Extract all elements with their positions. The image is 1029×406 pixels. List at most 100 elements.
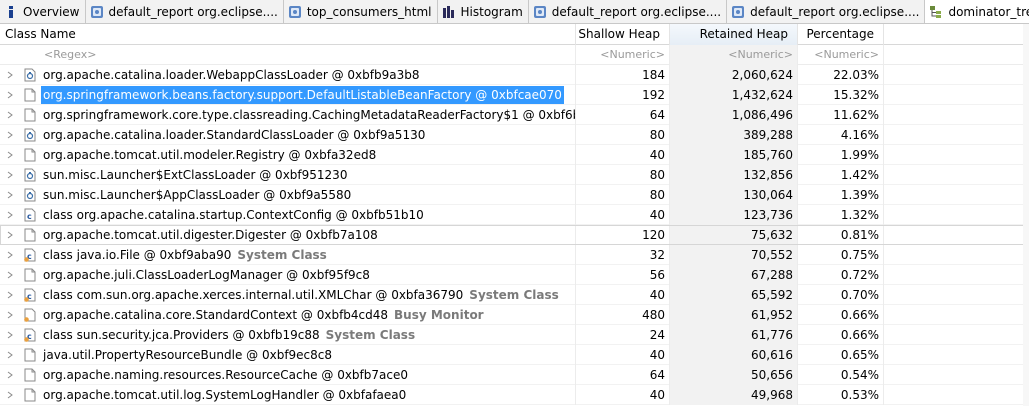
class-name-cell: sun.misc.Launcher$AppClassLoader @ 0xbf9… xyxy=(0,185,576,205)
percentage-cell: 0.72% xyxy=(798,265,884,285)
shallow-heap-cell: 24 xyxy=(576,325,670,345)
tab-6[interactable]: default_report org.eclipse.... xyxy=(727,0,926,23)
class-name-cell: org.apache.catalina.loader.StandardClass… xyxy=(0,125,576,145)
expand-arrow-icon[interactable] xyxy=(5,205,15,225)
expand-arrow-icon[interactable] xyxy=(5,85,15,105)
tab-2[interactable]: default_report org.eclipse.... xyxy=(85,0,284,23)
column-header-class-name[interactable]: Class Name xyxy=(0,24,576,45)
report-icon xyxy=(288,5,302,19)
expand-arrow-icon[interactable] xyxy=(5,105,15,125)
object-label: java.util.PropertyResourceBundle @ 0xbf9… xyxy=(43,348,333,362)
row-filler xyxy=(884,125,1029,145)
retained-heap-cell: 60,616 xyxy=(670,345,798,365)
percentage-filter-input[interactable]: <Numeric> xyxy=(798,45,884,65)
table-row[interactable]: org.apache.catalina.loader.WebappClassLo… xyxy=(0,65,1029,85)
table-row[interactable]: org.apache.tomcat.util.digester.Digester… xyxy=(0,225,1029,245)
expand-arrow-icon[interactable] xyxy=(5,165,15,185)
shallow-heap-cell: 64 xyxy=(576,365,670,385)
class-name-cell: org.apache.catalina.core.StandardContext… xyxy=(0,305,576,325)
retained-heap-cell: 70,552 xyxy=(670,245,798,265)
table-row[interactable]: org.apache.catalina.loader.StandardClass… xyxy=(0,125,1029,145)
expand-arrow-icon[interactable] xyxy=(5,65,15,85)
percentage-cell: 0.66% xyxy=(798,325,884,345)
vertical-scrollbar[interactable] xyxy=(1023,24,1029,406)
expand-arrow-icon[interactable] xyxy=(5,185,15,205)
object-attribute-label: System Class xyxy=(237,248,327,262)
class-name-cell: org.apache.tomcat.util.modeler.Registry … xyxy=(0,145,576,165)
table-row[interactable]: org.apache.naming.resources.ResourceCach… xyxy=(0,365,1029,385)
table-row[interactable]: c class com.sun.org.apache.xerces.interna… xyxy=(0,285,1029,305)
svg-text:c: c xyxy=(27,212,32,221)
expand-arrow-icon[interactable] xyxy=(5,365,15,385)
expand-arrow-icon[interactable] xyxy=(5,245,15,265)
table-row[interactable]: org.apache.catalina.core.StandardContext… xyxy=(0,305,1029,325)
system-class-icon: c xyxy=(24,328,36,342)
table-row[interactable]: c class sun.security.jca.Providers @ 0xbf… xyxy=(0,325,1029,345)
class-name-cell: java.util.PropertyResourceBundle @ 0xbf9… xyxy=(0,345,576,365)
retained-heap-filter-input[interactable]: <Numeric> xyxy=(670,45,798,65)
retained-heap-cell: 2,060,624 xyxy=(670,65,798,85)
tab-1[interactable]: Overview xyxy=(0,0,86,23)
percentage-cell: 1.32% xyxy=(798,205,884,225)
class-name-filter-input[interactable]: <Regex> xyxy=(0,45,576,65)
table-row[interactable]: org.springframework.core.type.classreadi… xyxy=(0,105,1029,125)
tab-3[interactable]: top_consumers_html xyxy=(283,0,438,23)
table-row[interactable]: org.apache.tomcat.util.log.SystemLogHand… xyxy=(0,385,1029,405)
shallow-heap-cell: 192 xyxy=(576,85,670,105)
row-filler xyxy=(884,225,1029,245)
column-header-retained-heap[interactable]: Retained Heap xyxy=(670,24,798,45)
class-name-cell: org.springframework.beans.factory.suppor… xyxy=(0,85,576,105)
expand-arrow-icon[interactable] xyxy=(5,305,15,325)
row-filler xyxy=(884,345,1029,365)
expand-arrow-icon[interactable] xyxy=(5,285,15,305)
table-row[interactable]: sun.misc.Launcher$ExtClassLoader @ 0xbf9… xyxy=(0,165,1029,185)
report-icon xyxy=(731,5,745,19)
object-label: org.apache.catalina.core.StandardContext… xyxy=(43,308,389,322)
table-row[interactable]: c class java.io.File @ 0xbf9aba90 System C… xyxy=(0,245,1029,265)
info-icon xyxy=(4,5,18,19)
percentage-cell: 0.53% xyxy=(798,385,884,405)
shallow-heap-filter-input[interactable]: <Numeric> xyxy=(576,45,670,65)
expand-arrow-icon[interactable] xyxy=(5,265,15,285)
class-name-cell: org.apache.catalina.loader.WebappClassLo… xyxy=(0,65,576,85)
shallow-heap-cell: 480 xyxy=(576,305,670,325)
expand-arrow-icon[interactable] xyxy=(5,345,15,365)
percentage-cell: 0.66% xyxy=(798,305,884,325)
expand-arrow-icon[interactable] xyxy=(5,125,15,145)
shallow-heap-cell: 120 xyxy=(576,225,670,245)
object-label: org.springframework.core.type.classreadi… xyxy=(43,108,576,122)
object-label: class java.io.File @ 0xbf9aba90 xyxy=(43,248,232,262)
table-row[interactable]: c class org.apache.catalina.startup.Conte… xyxy=(0,205,1029,225)
tab-7[interactable]: dominator_tree xyxy=(925,0,1029,23)
shallow-heap-cell: 40 xyxy=(576,385,670,405)
expand-arrow-icon[interactable] xyxy=(5,385,15,405)
column-header-percentage[interactable]: Percentage xyxy=(798,24,884,45)
object-icon xyxy=(24,348,36,362)
row-filler xyxy=(884,265,1029,285)
class-name-cell: c class org.apache.catalina.startup.Conte… xyxy=(0,205,576,225)
table-row[interactable]: org.apache.juli.ClassLoaderLogManager @ … xyxy=(0,265,1029,285)
class-icon: c xyxy=(24,208,36,222)
tab-5[interactable]: default_report org.eclipse.... xyxy=(528,0,728,23)
histogram-icon xyxy=(442,5,456,19)
table-row[interactable]: org.apache.tomcat.util.modeler.Registry … xyxy=(0,145,1029,165)
table-row[interactable]: java.util.PropertyResourceBundle @ 0xbf9… xyxy=(0,345,1029,365)
tab-label: default_report org.eclipse.... xyxy=(750,5,920,19)
row-filler xyxy=(884,85,1029,105)
report-icon xyxy=(533,5,547,19)
retained-heap-cell: 123,736 xyxy=(670,205,798,225)
class-name-cell: sun.misc.Launcher$ExtClassLoader @ 0xbf9… xyxy=(0,165,576,185)
table-row[interactable]: org.springframework.beans.factory.suppor… xyxy=(0,85,1029,105)
tab-label: top_consumers_html xyxy=(306,5,432,19)
expand-arrow-icon[interactable] xyxy=(5,145,15,165)
column-header-shallow-heap[interactable]: Shallow Heap xyxy=(576,24,670,45)
row-filler xyxy=(884,65,1029,85)
expand-arrow-icon[interactable] xyxy=(5,225,15,245)
tab-4[interactable]: Histogram xyxy=(437,0,529,23)
expand-arrow-icon[interactable] xyxy=(5,325,15,345)
retained-heap-cell: 67,288 xyxy=(670,265,798,285)
dominator-tree-table-body: org.apache.catalina.loader.WebappClassLo… xyxy=(0,65,1029,405)
shallow-heap-cell: 80 xyxy=(576,165,670,185)
tab-label: Histogram xyxy=(460,5,523,19)
table-row[interactable]: sun.misc.Launcher$AppClassLoader @ 0xbf9… xyxy=(0,185,1029,205)
